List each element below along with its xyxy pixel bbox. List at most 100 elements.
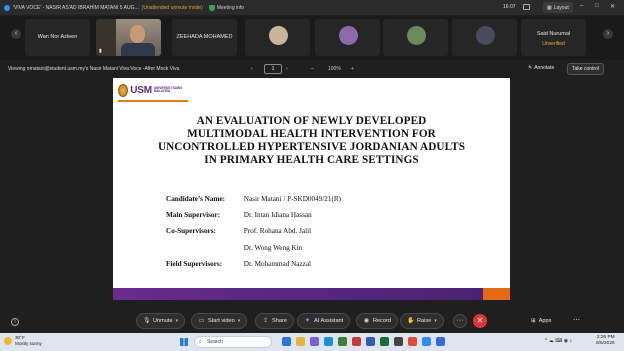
unmute-label: Unmute [153,318,173,324]
share-button[interactable]: ⇪ Share [255,313,294,329]
terminal-icon[interactable] [394,337,403,346]
edge-icon[interactable] [324,337,333,346]
windows-start-icon[interactable] [180,338,188,346]
chevron-down-icon: ▾ [175,318,179,324]
title-line: IN PRIMARY HEALTH CARE SETTINGS [204,154,419,166]
sun-icon [4,336,12,345]
usm-logo: USM UNIVERSITI SAINS MALAYSIA [118,81,188,99]
chevron-down-icon: ▾ [434,318,437,324]
strip-next-arrow-icon[interactable]: › [603,29,613,39]
meeting-title: 'VIVA VOCE' - NASIR AS'AD IBRAHIM MATANI… [13,4,139,11]
page-number-input[interactable]: 1 [264,64,282,74]
layout-label: Layout [553,4,569,11]
end-call-button[interactable]: ✕ [473,314,487,328]
take-control-button[interactable]: Take control [567,63,604,75]
weather-widget[interactable]: 30°F Mostly sunny [4,335,42,346]
layout-button[interactable]: ▦ Layout [543,2,573,13]
zoom-level: 100% [328,66,341,72]
participant-avatar [268,26,288,45]
teams-icon[interactable] [310,337,319,346]
footer-orange-bar [483,288,510,300]
co-supervisors-row-2: Dr. Wong Weng Kin [166,244,302,252]
more-panels-icon[interactable]: ⋯ [573,316,580,324]
more-options-button[interactable]: ··· [453,314,467,328]
title-line: UNCONTROLLED HYPERTENSIVE JORDANIAN ADUL… [157,141,466,153]
maximize-button[interactable]: □ [595,3,599,9]
participant-tile[interactable] [383,19,448,56]
mail-icon[interactable] [436,337,445,346]
chevron-down-icon: ▾ [237,318,241,324]
apps-button[interactable]: ⊞ Apps [531,318,551,324]
meeting-info-button[interactable]: Meeting info [208,4,245,11]
row-value: Dr. Intan Idiana Hassan [243,211,312,219]
participant-tile[interactable]: Wan Nor Azleen [25,19,90,56]
word-icon[interactable] [366,337,375,346]
participant-avatar [406,26,426,45]
record-label: Record [373,318,392,324]
mic-off-icon: 🎙 [143,317,151,324]
start-video-button[interactable]: ▭ Start video ▾ [191,313,248,329]
logo-underline [118,100,188,102]
field-supervisors-row: Field Supervisors: Dr. Mohammad Nazzal [166,260,311,268]
row-label: Co-Supervisors: [166,227,216,235]
share-label: Share [272,318,287,324]
title-line: AN EVALUATION OF NEWLY DEVELOPED [196,115,427,127]
page-prev-icon[interactable]: ‹ [251,66,253,72]
participant-video [116,19,161,56]
participant-tile[interactable]: ZEEHADA MOHAMED [172,19,237,56]
zoom-out-icon[interactable]: – [311,66,314,72]
hand-icon: ✋ [407,317,415,324]
row-value: Prof. Rohana Abd. Jalil [243,227,312,235]
footer-purple-bar [113,288,483,300]
mic-muted-icon: ▮ [99,48,102,54]
search-icon: ⌕ [199,339,202,345]
office-icon[interactable] [352,337,361,346]
record-button[interactable]: ◉ Record [356,313,399,329]
system-tray[interactable]: ^ ☁ ⌨ ◉ ♪ [545,338,572,344]
meeting-toolbar: i 🎙 Unmute ▾ ▭ Start video ▾ ⇪ Share ✦ A… [0,310,624,332]
participant-video-tile[interactable]: ▮ [96,19,161,56]
annotate-button[interactable]: ✎ Annotate [528,65,554,71]
strip-prev-arrow-icon[interactable]: ‹ [11,29,21,39]
taskbar-clock[interactable]: 2:26 PM 8/5/2025 [596,335,615,347]
store-icon[interactable] [338,337,347,346]
participant-tile[interactable] [452,19,517,56]
unmute-mode-warning: (Unattended unmute mode) [141,4,203,11]
unmute-button[interactable]: 🎙 Unmute ▾ [136,313,186,329]
file-explorer-icon[interactable] [296,337,305,346]
taskview-icon[interactable] [282,337,291,346]
co-supervisors-row: Co-Supervisors: Prof. Rohana Abd. Jalil [166,227,311,235]
row-value: Nasir Matani / P-SKD0049/21(R) [243,195,342,203]
taskbar-search-input[interactable]: ⌕ Search [194,336,272,348]
raise-hand-button[interactable]: ✋ Raise ▾ [400,313,444,329]
participant-tile[interactable] [245,19,310,56]
main-supervisor-row: Main Supervisor: Dr. Intan Idiana Hassan [166,211,312,219]
webex-logo-icon [4,4,10,11]
thesis-title: AN EVALUATION OF NEWLY DEVELOPED MULTIMO… [113,115,510,167]
weather-desc: Mostly sunny [15,340,42,346]
page-next-icon[interactable]: › [286,66,288,72]
row-value: Dr. Wong Weng Kin [243,244,303,252]
chrome-icon[interactable] [408,337,417,346]
participant-name: ZEEHADA MOHAMED [176,34,233,40]
minimize-button[interactable]: – [580,3,583,9]
ai-assistant-button[interactable]: ✦ AI Assistant [297,313,351,329]
info-icon[interactable]: i [11,318,19,326]
sparkle-icon: ✦ [304,317,311,324]
meeting-info-label: Meeting info [216,4,245,11]
shared-slide: USM UNIVERSITI SAINS MALAYSIA AN EVALUAT… [113,78,510,300]
meeting-time: 16:07 [503,4,516,10]
participant-head [130,25,145,43]
close-window-button[interactable]: ✕ [610,3,615,10]
webex-taskbar-icon[interactable] [422,337,431,346]
video-off-icon: ▭ [198,317,205,324]
usm-logo-subtitle: UNIVERSITI SAINS MALAYSIA [153,85,183,93]
zoom-in-icon[interactable]: + [351,66,354,72]
apps-grid-icon: ⊞ [531,318,536,324]
viewing-label: Viewing nmatani@student.usm.my's Nasir M… [8,66,180,72]
excel-icon[interactable] [380,337,389,346]
participant-tile[interactable]: Said Nurumal Unverified [521,19,586,56]
layout-grid-icon: ▦ [547,4,552,11]
video-view-icon[interactable] [523,4,530,10]
participant-tile[interactable] [315,19,380,56]
